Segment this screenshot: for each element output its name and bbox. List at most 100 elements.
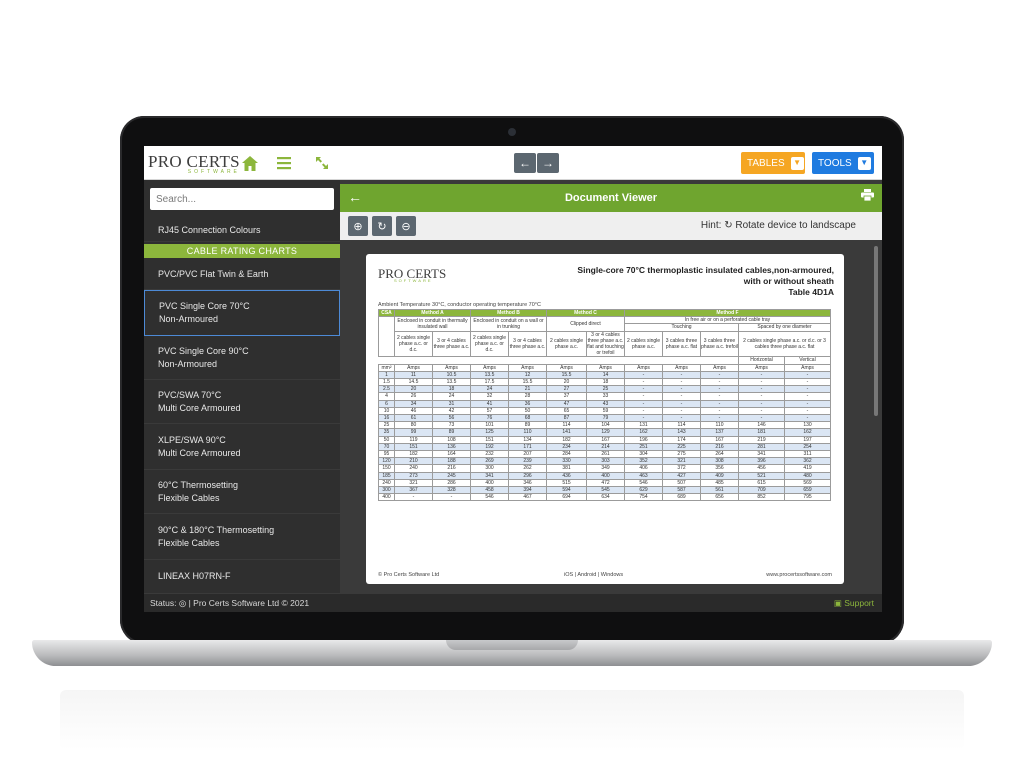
- sidebar-item-60c-thermosetting[interactable]: 60°C Thermosetting Flexible Cables: [144, 470, 340, 514]
- sidebar-item-xlpe-swa[interactable]: XLPE/SWA 90°C Multi Core Armoured: [144, 424, 340, 470]
- sidebar-item-label: LINEAX H07RN-F: [158, 571, 231, 581]
- table-cell: 362: [783, 457, 832, 466]
- sidebar-item-pvc-90[interactable]: PVC Single Core 90°C Non-Armoured: [144, 336, 340, 380]
- table-cell: 34: [394, 399, 433, 408]
- table-row: 400- -546 467 694 634 754 689 656 852 795: [378, 493, 832, 502]
- sidebar-item-pvc-swa[interactable]: PVC/SWA 70°C Multi Core Armoured: [144, 380, 340, 424]
- sidebar-item-label: PVC/SWA 70°C: [158, 389, 222, 400]
- tools-dropdown[interactable]: TOOLS ▼: [812, 152, 874, 174]
- table-cell: 634: [586, 493, 625, 502]
- table-row: 70 151 136 192 171 234 214 251 225 216 281 254: [378, 442, 832, 452]
- table-cell: 76: [470, 414, 509, 423]
- spaced-header: Spaced by one diameter: [737, 323, 832, 332]
- table-cell: 141: [546, 428, 587, 437]
- col-desc: 2 cables single phase a.c.: [546, 330, 587, 358]
- table-cell: -: [624, 392, 663, 401]
- units-row: mm² Amps Amps Amps Amps Amps Amps Amps A…: [378, 363, 832, 372]
- sidebar-item-label: 90°C & 180°C Thermosetting: [158, 524, 275, 535]
- prev-page-button[interactable]: ←: [514, 153, 536, 173]
- table-cell: 346: [508, 478, 547, 488]
- rotate-button[interactable]: ↻: [372, 216, 392, 236]
- table-row: 50 119 108 151 134 182 167 196 174 167 219 197: [378, 435, 832, 444]
- table-cell: 47: [546, 399, 587, 408]
- table-cell: 480: [783, 471, 832, 480]
- zoom-in-button[interactable]: ⊕: [348, 216, 368, 236]
- sidebar-item-sublabel: Non-Armoured: [158, 358, 218, 369]
- sidebar-item-lineax[interactable]: LINEAX H07RN-F: [144, 560, 340, 594]
- home-icon[interactable]: [240, 153, 260, 173]
- table-cell: -: [432, 493, 471, 502]
- viewer-title: Document Viewer: [564, 192, 658, 204]
- table-cell: 24: [470, 385, 509, 394]
- table-cell: 372: [662, 464, 701, 473]
- table-cell: 308: [700, 457, 739, 466]
- table-cell: 25: [378, 421, 395, 430]
- arrow-right-icon: →: [542, 156, 554, 170]
- expand-icon[interactable]: [312, 153, 332, 173]
- app-logo[interactable]: PRO CERTS SOFTWARE: [148, 152, 240, 175]
- table-cell: 394: [508, 486, 547, 495]
- method-a-desc: Enclosed in conduit in thermally insulat…: [394, 316, 471, 332]
- table-cell: 795: [783, 493, 832, 502]
- table-cell: 463: [624, 471, 663, 480]
- header-csa: CSA: [378, 308, 395, 318]
- table-cell: 185: [378, 471, 395, 480]
- sidebar-item-90c-180c-thermosetting[interactable]: 90°C & 180°C Thermosetting Flexible Cabl…: [144, 514, 340, 560]
- table-cell: 104: [586, 421, 625, 430]
- search-input[interactable]: [150, 188, 334, 210]
- next-page-button[interactable]: →: [537, 153, 559, 173]
- table-cell: -: [783, 392, 832, 401]
- method-b-desc: Enclosed in conduit on a wall or in trun…: [470, 316, 547, 332]
- table-row: 1 11 10.5 13.5 12 15.5 14- - - - -: [378, 370, 832, 380]
- table-cell: 406: [624, 464, 663, 473]
- method-c-desc: Clipped direct: [546, 316, 625, 332]
- rotate-hint: Hint: ↻ Rotate device to landscape: [700, 220, 856, 231]
- table-cell: -: [783, 406, 832, 416]
- table-row: 300 367 328 458 394 594 545 629 587 561 709 659: [378, 486, 832, 495]
- title-line: with or without sheath: [743, 276, 834, 286]
- table-cell: 50: [508, 406, 547, 416]
- table-cell: -: [783, 370, 832, 380]
- support-link[interactable]: ▣ Support: [834, 598, 874, 609]
- table-row: 25 80 73 101 89 114 104 131 114 110 146 130: [378, 421, 832, 430]
- table-cell: 95: [378, 450, 395, 459]
- table-cell: 27: [546, 385, 587, 394]
- table-cell: 251: [624, 442, 663, 452]
- tables-dropdown[interactable]: TABLES ▼: [741, 152, 805, 174]
- sidebar-item-rj45[interactable]: RJ45 Connection Colours: [144, 220, 340, 242]
- table-cell: -: [662, 370, 701, 380]
- unit-cell: Amps: [783, 363, 832, 372]
- print-icon[interactable]: [861, 189, 874, 204]
- table-cell: 546: [624, 478, 663, 488]
- sidebar-item-sublabel: Non-Armoured: [159, 314, 219, 324]
- table-cell: 101: [470, 421, 509, 430]
- table-cell: 20: [394, 385, 433, 394]
- sidebar-item-pvc-flat[interactable]: PVC/PVC Flat Twin & Earth: [144, 260, 340, 290]
- table-cell: 164: [432, 450, 471, 459]
- table-cell: 521: [738, 471, 785, 480]
- table-cell: 129: [586, 428, 625, 437]
- header-method-a: Method A: [394, 308, 471, 318]
- zoom-out-button[interactable]: ⊖: [396, 216, 416, 236]
- rotate-icon: ↻: [377, 220, 387, 233]
- table-cell: 303: [586, 457, 625, 466]
- table-number: Table 4D1A: [788, 287, 834, 297]
- table-cell: 245: [432, 471, 471, 480]
- table-cell: 181: [738, 428, 785, 437]
- table-row: 150 240 216 300 262 381 349 406 372 356 456 419: [378, 464, 832, 473]
- scrollbar[interactable]: [874, 246, 878, 416]
- table-cell: -: [700, 399, 739, 408]
- table-cell: -: [700, 406, 739, 416]
- menu-icon[interactable]: [274, 153, 294, 173]
- sidebar-item-pvc-70[interactable]: PVC Single Core 70°C Non-Armoured: [144, 290, 340, 336]
- table-cell: 11: [394, 370, 433, 380]
- table-cell: 349: [586, 464, 625, 473]
- table-cell: 210: [394, 457, 433, 466]
- unit-cell: Amps: [700, 363, 739, 372]
- spaced-desc: 2 cables single phase a.c. or d.c. or 3 …: [737, 330, 832, 358]
- table-cell: 68: [508, 414, 547, 423]
- table-row: 4 26 24 32 28 37 33- - - - -: [378, 392, 832, 401]
- table-cell: 264: [700, 450, 739, 459]
- status-bar: Status: ◎ | Pro Certs Software Ltd © 202…: [144, 594, 882, 612]
- table-cell: 286: [432, 478, 471, 488]
